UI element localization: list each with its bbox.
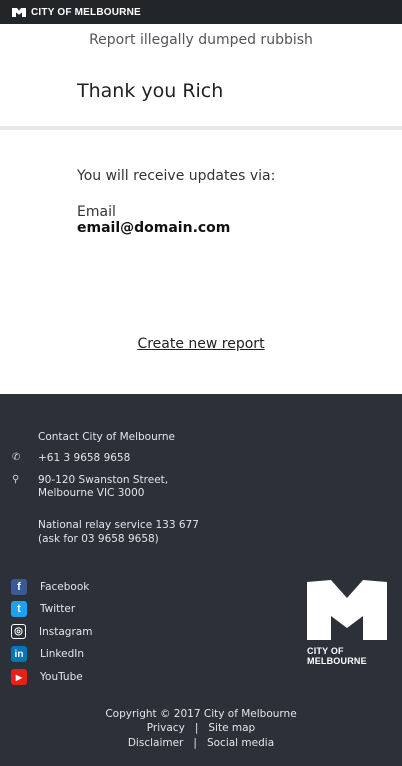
sitemap-link[interactable]: Site map <box>208 722 255 734</box>
phone-icon: ✆ <box>12 452 21 463</box>
update-method-value: email@domain.com <box>77 220 231 236</box>
address-line-1: 90-120 Swanston Street, <box>38 474 169 486</box>
social-link-youtube[interactable]: ▶ YouTube <box>11 669 83 685</box>
location-pin-icon: ⚲ <box>12 474 20 485</box>
copyright: Copyright © 2017 City of Melbourne <box>105 708 297 720</box>
relay-line-1: National relay service 133 677 <box>38 519 199 531</box>
address-row: ⚲ 90-120 Swanston Street, Melbourne VIC … <box>12 474 168 500</box>
updates-intro: You will receive updates via: <box>77 168 276 184</box>
separator: | <box>193 737 197 749</box>
privacy-link[interactable]: Privacy <box>147 722 185 734</box>
update-method-label: Email <box>77 204 116 220</box>
address-line-2: Melbourne VIC 3000 <box>38 487 145 499</box>
phone-row[interactable]: ✆ +61 3 9658 9658 <box>12 452 130 465</box>
city-of-melbourne-logo-icon <box>307 580 387 640</box>
social-label: Facebook <box>40 581 90 593</box>
disclaimer-link[interactable]: Disclaimer <box>128 737 184 749</box>
linkedin-icon: in <box>11 646 27 662</box>
social-link-facebook[interactable]: f Facebook <box>11 579 89 595</box>
footer-links-row-1: Privacy | Site map <box>0 721 402 735</box>
instagram-icon: ◎ <box>11 624 26 639</box>
social-media-link[interactable]: Social media <box>207 737 274 749</box>
logo-wordmark: CITY OF MELBOURNE <box>307 646 367 666</box>
youtube-icon: ▶ <box>11 669 27 685</box>
relay-service: National relay service 133 677 (ask for … <box>38 518 199 546</box>
social-label: LinkedIn <box>40 648 85 660</box>
social-link-linkedin[interactable]: in LinkedIn <box>11 646 84 662</box>
separator: | <box>194 722 199 734</box>
social-link-twitter[interactable]: t Twitter <box>11 601 75 617</box>
page-subtitle: Report illegally dumped rubbish <box>89 32 313 48</box>
twitter-icon: t <box>11 601 27 617</box>
social-label: Twitter <box>40 603 76 615</box>
social-label: YouTube <box>40 671 83 683</box>
social-label: Instagram <box>39 625 93 638</box>
phone-number: +61 3 9658 9658 <box>38 452 131 464</box>
relay-line-2: (ask for 03 9658 9658) <box>38 533 159 545</box>
melbourne-logo-icon <box>12 7 26 17</box>
create-new-report-link[interactable]: Create new report <box>0 336 402 352</box>
top-bar: CITY OF MELBOURNE <box>0 0 402 24</box>
social-link-instagram[interactable]: ◎ Instagram <box>11 624 92 639</box>
contact-heading: Contact City of Melbourne <box>38 431 175 443</box>
footer-links-row-2: Disclaimer | Social media <box>0 736 402 750</box>
brand-name: CITY OF MELBOURNE <box>31 6 141 18</box>
updates-section: You will receive updates via: Email emai… <box>0 168 402 236</box>
footer: Contact City of Melbourne ✆ +61 3 9658 9… <box>0 394 402 766</box>
page-title: Thank you Rich <box>0 56 402 130</box>
facebook-icon: f <box>11 579 27 595</box>
